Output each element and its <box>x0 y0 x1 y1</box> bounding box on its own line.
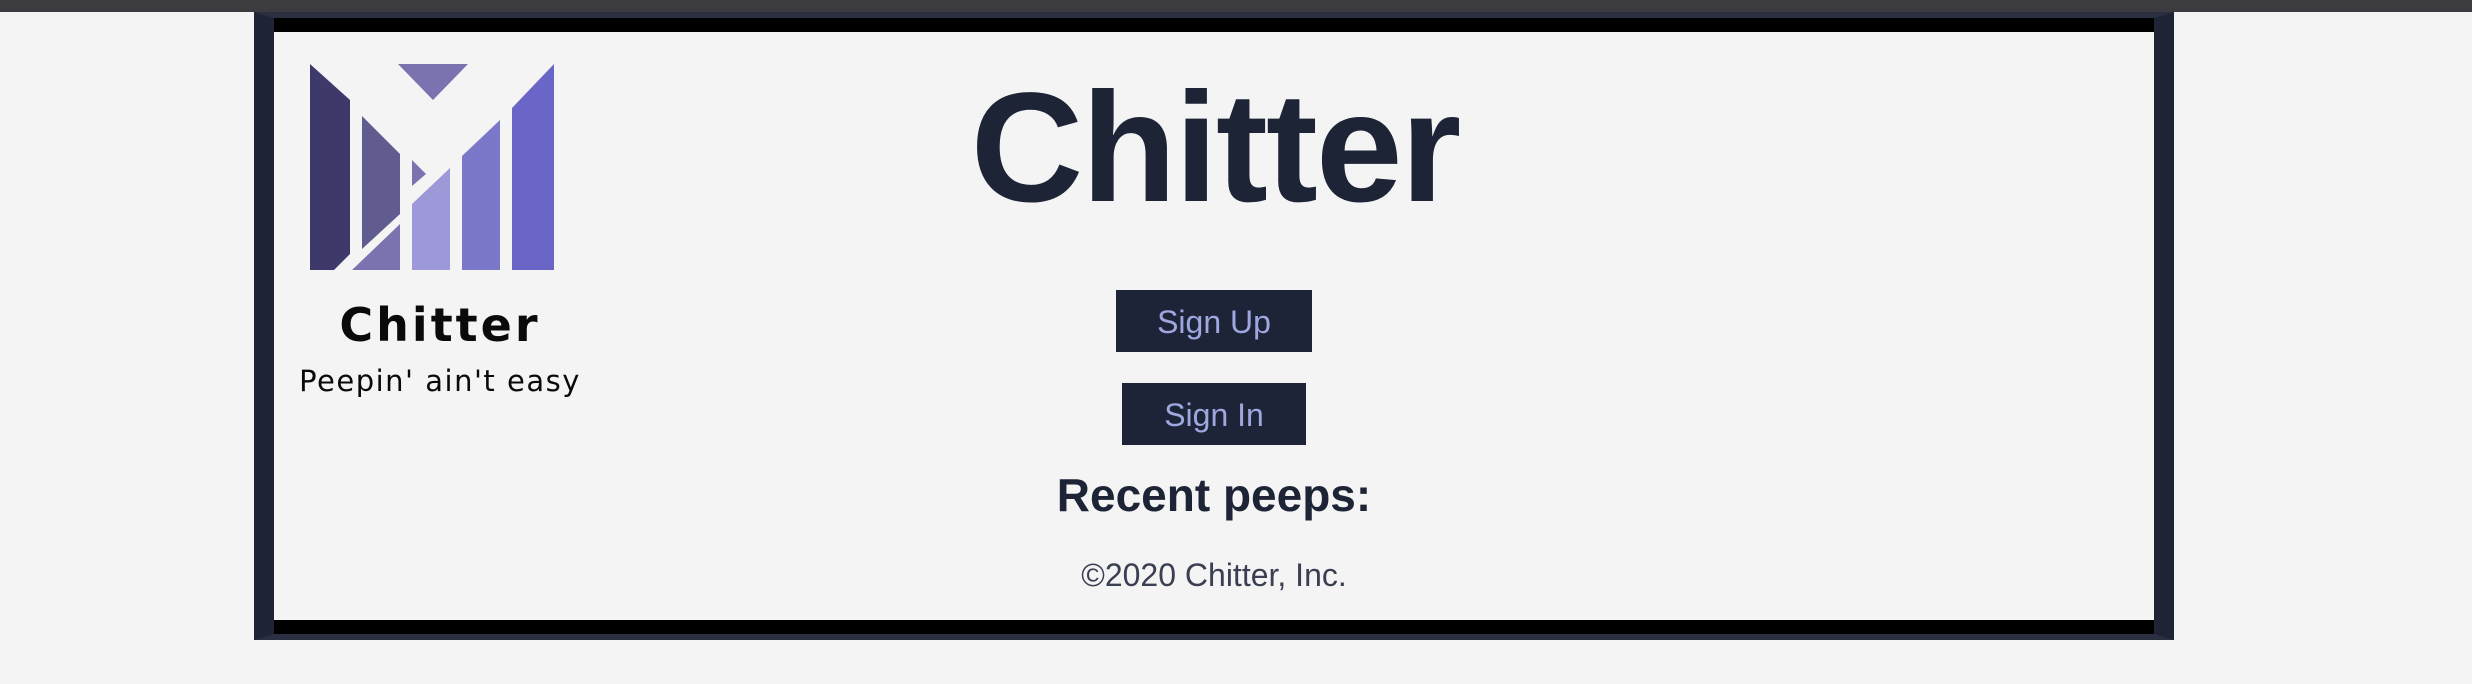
page-title: Chitter <box>970 61 1462 235</box>
browser-top-bar <box>0 0 2472 12</box>
logo-tagline: Peepin' ain't easy <box>299 364 581 398</box>
logo-name: Chitter <box>339 298 541 352</box>
recent-peeps-heading: Recent peeps: <box>1056 469 1372 521</box>
brand-logo: Chitter Peepin' ain't easy <box>290 56 590 406</box>
sign-in-button[interactable]: Sign In <box>1122 383 1306 445</box>
chitter-m-logo-icon <box>310 64 554 270</box>
sign-up-button[interactable]: Sign Up <box>1116 290 1312 352</box>
footer-copyright: ©2020 Chitter, Inc. <box>1081 557 1347 593</box>
